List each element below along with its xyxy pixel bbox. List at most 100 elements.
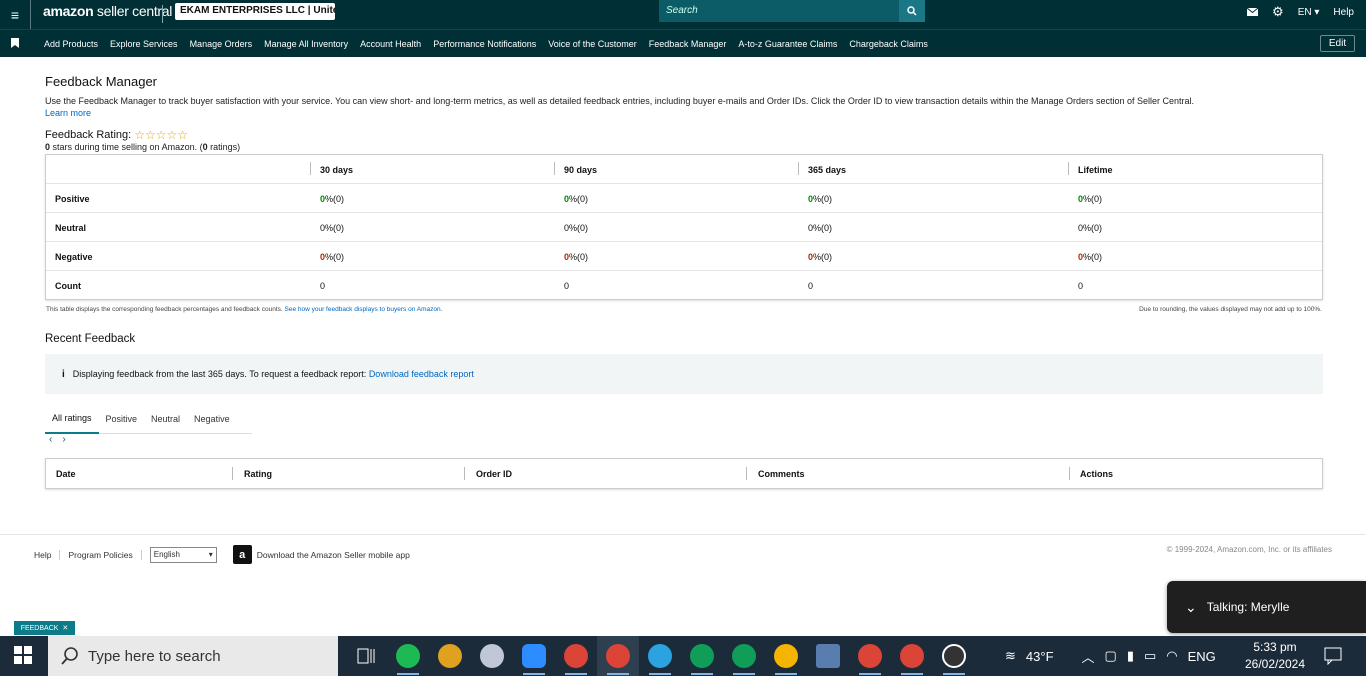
metrics-row-negative: Negative 0 %(0) 0 %(0) 0 %(0) 0 %(0)	[46, 242, 1322, 271]
footer-language-select[interactable]: English ▾	[149, 546, 217, 563]
search-input[interactable]: Search	[659, 0, 899, 22]
tab-all-ratings[interactable]: All ratings	[45, 403, 99, 434]
taskbar-search-input[interactable]: Type here to search	[48, 636, 338, 676]
column-header[interactable]: Order ID	[476, 459, 512, 488]
chrome-icon[interactable]	[765, 636, 807, 676]
info-alert: i Displaying feedback from the last 365 …	[45, 354, 1323, 394]
column-header[interactable]: Comments	[758, 459, 805, 488]
row-label: Count	[55, 280, 81, 291]
feedback-tab[interactable]: FEEDBACK ✕	[14, 621, 75, 635]
meet-now-icon[interactable]: ▢	[1105, 648, 1117, 664]
footer-links: Help Program Policies English ▾ a Downloa…	[34, 545, 410, 564]
feedback-table: Date Rating Order ID Comments Actions	[45, 458, 1323, 489]
language-selector[interactable]: EN ▾	[1298, 7, 1320, 18]
chevron-left-icon[interactable]: ‹	[49, 434, 52, 445]
input-language[interactable]: ENG	[1188, 649, 1216, 664]
rating-summary: 0 stars during time selling on Amazon. (…	[45, 142, 241, 152]
feedback-display-link[interactable]: See how your feedback displays to buyers…	[285, 306, 443, 313]
nav-add-products[interactable]: Add Products	[44, 39, 98, 49]
nav-performance-notifications[interactable]: Performance Notifications	[433, 39, 536, 49]
column-divider	[310, 162, 311, 175]
star-rating-icon: ☆☆☆☆☆	[134, 128, 189, 142]
nav-chargeback-claims[interactable]: Chargeback Claims	[849, 39, 928, 49]
chrome-icon[interactable]	[891, 636, 933, 676]
intro-text: Use the Feedback Manager to track buyer …	[45, 96, 1195, 118]
download-report-link[interactable]: Download feedback report	[369, 369, 474, 379]
column-divider	[746, 467, 747, 480]
nav-explore-services[interactable]: Explore Services	[110, 39, 178, 49]
search-button[interactable]	[899, 0, 925, 22]
hamburger-menu-icon[interactable]: ≡	[0, 0, 31, 29]
nav-manage-orders[interactable]: Manage Orders	[190, 39, 253, 49]
program-policies-link[interactable]: Program Policies	[60, 549, 142, 560]
rating-tabs: All ratings Positive Neutral Negative	[45, 403, 252, 434]
media-player-icon[interactable]	[933, 636, 975, 676]
taskbar-clock[interactable]: 5:33 pm 26/02/2024	[1242, 639, 1308, 673]
weather-temp[interactable]: 43°F	[1026, 649, 1054, 664]
metric-cell: 0 %(0)	[564, 251, 589, 262]
column-divider	[1068, 162, 1069, 175]
column-header[interactable]: Rating	[244, 459, 272, 488]
chevron-right-icon[interactable]: ›	[62, 434, 65, 445]
microphone-icon[interactable]: ▮	[1127, 648, 1134, 664]
windows-taskbar: Type here to search ≋ 43°F ︿ ▢ ▮ ▭ ◠ ENG…	[0, 636, 1366, 676]
wifi-icon[interactable]: ◠	[1166, 648, 1177, 664]
battery-icon[interactable]: ▭	[1144, 648, 1156, 664]
tab-neutral[interactable]: Neutral	[144, 403, 187, 434]
close-icon[interactable]: ✕	[62, 624, 68, 632]
metric-cell: 0 %(0)	[320, 193, 345, 204]
bookmark-icon[interactable]	[11, 38, 19, 48]
help-link[interactable]: Help	[1333, 7, 1354, 18]
app-icon[interactable]	[471, 636, 513, 676]
chevron-up-icon[interactable]: ︿	[1082, 647, 1095, 666]
task-view-icon[interactable]	[345, 636, 387, 676]
gear-icon[interactable]: ⚙	[1272, 4, 1284, 20]
metrics-header-row: 30 days 90 days 365 days Lifetime	[46, 155, 1322, 184]
nav-account-health[interactable]: Account Health	[360, 39, 421, 49]
column-divider	[798, 162, 799, 175]
talking-popup[interactable]: ⌄ Talking: Merylle	[1167, 581, 1366, 633]
download-app-link[interactable]: Download the Amazon Seller mobile app	[257, 550, 410, 560]
tab-positive[interactable]: Positive	[99, 403, 145, 434]
seller-central-logo[interactable]: amazon seller central	[43, 3, 172, 19]
notification-icon[interactable]	[1324, 647, 1344, 665]
top-bar: ≡ amazon seller central EKAM ENTERPRISES…	[0, 0, 1366, 29]
chrome-icon[interactable]	[849, 636, 891, 676]
learn-more-link[interactable]: Learn more	[45, 108, 91, 118]
edit-nav-button[interactable]: Edit	[1320, 35, 1355, 52]
metrics-row-neutral: Neutral 0 %(0) 0 %(0) 0 %(0) 0 %(0)	[46, 213, 1322, 242]
copyright: © 1999-2024, Amazon.com, Inc. or its aff…	[1166, 545, 1332, 554]
column-header: 30 days	[320, 164, 354, 175]
metric-cell: 0 %(0)	[564, 193, 589, 204]
column-header[interactable]: Date	[56, 459, 76, 488]
amazon-app-icon[interactable]: a	[232, 545, 252, 564]
metric-cell: 0	[564, 280, 570, 291]
nav-manage-inventory[interactable]: Manage All Inventory	[264, 39, 348, 49]
column-header: 365 days	[808, 164, 847, 175]
weather-icon[interactable]: ≋	[1005, 648, 1016, 664]
chrome-icon[interactable]	[555, 636, 597, 676]
calculator-icon[interactable]	[807, 636, 849, 676]
app-folder-icon[interactable]	[429, 636, 471, 676]
tab-negative[interactable]: Negative	[187, 403, 237, 434]
metric-cell: 0 %(0)	[1078, 193, 1103, 204]
metrics-note: This table displays the corresponding fe…	[46, 306, 443, 313]
account-switcher[interactable]: EKAM ENTERPRISES LLC | Unite...	[175, 3, 335, 20]
nav-feedback-manager[interactable]: Feedback Manager	[649, 39, 727, 49]
info-text: Displaying feedback from the last 365 da…	[72, 369, 367, 379]
nav-voice-of-customer[interactable]: Voice of the Customer	[548, 39, 637, 49]
telegram-icon[interactable]	[639, 636, 681, 676]
chevron-down-icon[interactable]: ⌄	[1185, 599, 1197, 616]
zoom-icon[interactable]	[513, 636, 555, 676]
windows-start-icon[interactable]	[14, 646, 32, 664]
top-right-controls: ⚙ EN ▾ Help	[1247, 4, 1354, 20]
spotify-icon[interactable]	[387, 636, 429, 676]
chrome-icon[interactable]	[597, 636, 639, 676]
mail-icon[interactable]	[1247, 8, 1259, 16]
nav-a-to-z-claims[interactable]: A-to-z Guarantee Claims	[738, 39, 837, 49]
chrome-icon[interactable]	[723, 636, 765, 676]
column-header[interactable]: Actions	[1080, 459, 1113, 488]
column-header: Lifetime	[1078, 164, 1113, 175]
footer-help-link[interactable]: Help	[34, 549, 61, 560]
chrome-icon[interactable]	[681, 636, 723, 676]
